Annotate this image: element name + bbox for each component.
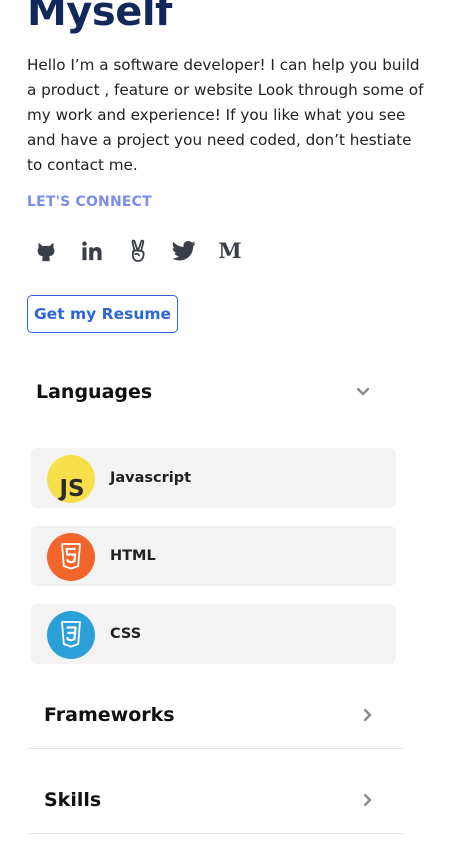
language-item-html: HTML	[31, 526, 396, 586]
accordion-languages-header[interactable]: Languages	[27, 372, 403, 412]
chevron-right-icon	[364, 708, 372, 721]
medium-icon[interactable]: M	[217, 236, 243, 266]
accordion-skills-header[interactable]: Skills	[27, 766, 403, 834]
languages-list: JS Javascript HTML CSS	[31, 448, 396, 682]
angellist-icon[interactable]	[125, 236, 151, 266]
get-resume-button[interactable]: Get my Resume	[27, 295, 178, 333]
chevron-down-icon	[357, 388, 369, 396]
twitter-icon[interactable]	[171, 236, 197, 266]
accordion-frameworks-title: Frameworks	[44, 703, 175, 726]
github-icon[interactable]	[33, 236, 59, 266]
accordion-languages-title: Languages	[36, 381, 153, 403]
linkedin-icon[interactable]	[79, 236, 105, 266]
css3-logo	[47, 611, 95, 659]
language-label: CSS	[110, 626, 142, 642]
chevron-right-icon	[364, 793, 372, 806]
page-title: Myself	[27, 0, 172, 35]
connect-label: LET'S CONNECT	[27, 194, 152, 210]
javascript-logo: JS	[47, 455, 95, 503]
html5-logo	[47, 533, 95, 581]
language-item-css: CSS	[31, 604, 396, 664]
language-item-javascript: JS Javascript	[31, 448, 396, 508]
accordion-skills-title: Skills	[44, 788, 102, 811]
svg-text:JS: JS	[57, 476, 84, 502]
svg-text:M: M	[218, 241, 241, 261]
accordion-frameworks-header[interactable]: Frameworks	[27, 681, 403, 749]
language-label: HTML	[110, 548, 156, 564]
language-label: Javascript	[110, 470, 192, 486]
bio-text: Hello I’m a software developer! I can he…	[27, 56, 424, 174]
